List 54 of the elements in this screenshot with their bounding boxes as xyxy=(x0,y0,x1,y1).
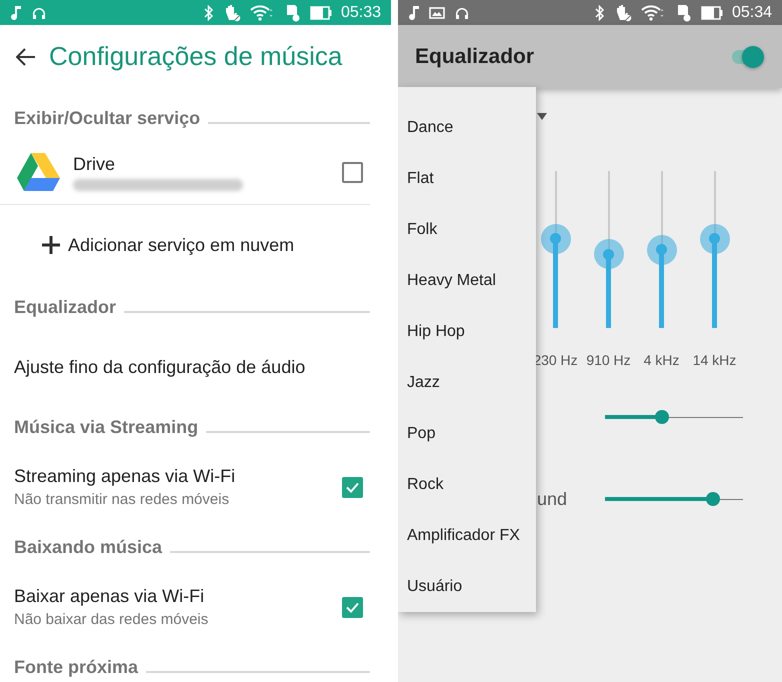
menu-item[interactable]: Rock xyxy=(398,459,536,510)
menu-item[interactable]: Flat xyxy=(398,153,536,204)
menu-item[interactable]: Dance xyxy=(398,102,536,153)
slider-label: und xyxy=(537,488,568,508)
menu-item[interactable]: Folk xyxy=(398,204,536,255)
setting-description: Não baixar das redes móveis xyxy=(14,611,210,628)
plus-icon xyxy=(42,236,60,254)
image-icon xyxy=(429,6,445,20)
checkmark-icon xyxy=(346,602,359,612)
battery-icon xyxy=(310,6,332,20)
screen-title: Configurações de música xyxy=(49,41,342,72)
slider-thumb[interactable] xyxy=(700,224,730,254)
slider-thumb[interactable] xyxy=(654,410,669,424)
clock: 05:33 xyxy=(340,4,381,22)
band-label: 14 kHz xyxy=(692,352,738,368)
back-arrow-icon[interactable] xyxy=(16,48,36,66)
service-name: Drive xyxy=(73,154,116,174)
wifi-icon xyxy=(640,4,665,20)
checkbox[interactable] xyxy=(342,476,363,498)
dropdown-caret-icon[interactable] xyxy=(537,113,547,120)
drive-logo-icon xyxy=(17,153,60,191)
menu-item[interactable]: Heavy Metal xyxy=(398,255,536,306)
setting-link[interactable]: Ajuste fino da configuração de áudio xyxy=(14,356,306,378)
section-header: Exibir/Ocultar serviço xyxy=(14,108,200,128)
checkbox[interactable] xyxy=(342,596,363,618)
bluetooth-icon xyxy=(594,4,605,20)
screen-title: Equalizador xyxy=(415,44,536,68)
bluetooth-icon xyxy=(204,4,214,20)
setting-title: Baixar apenas via Wi-Fi xyxy=(14,586,206,607)
battery-icon xyxy=(700,6,723,20)
menu-item[interactable]: Hip Hop xyxy=(398,306,536,357)
section-header: Fonte próxima xyxy=(14,656,138,678)
checkbox[interactable] xyxy=(342,162,363,182)
music-note-icon xyxy=(10,4,22,20)
checkmark-icon xyxy=(346,482,359,492)
menu-item[interactable]: Pop xyxy=(398,408,536,459)
slider-thumb[interactable] xyxy=(706,492,720,506)
section-header: Música via Streaming xyxy=(14,416,198,438)
add-service-button[interactable]: Adicionar serviço em nuvem xyxy=(0,205,391,285)
clock: 05:34 xyxy=(732,4,772,22)
band-label: 910 Hz xyxy=(585,352,632,368)
setting-description: Não transmitir nas redes móveis xyxy=(14,491,230,508)
section-header: Equalizador xyxy=(14,296,116,318)
menu-item[interactable]: Usuário xyxy=(398,561,536,612)
wifi-icon xyxy=(250,4,274,20)
menu-item[interactable]: Amplificador FX xyxy=(398,510,536,561)
setting-title: Streaming apenas via Wi-Fi xyxy=(14,466,236,487)
menu-item[interactable]: Jazz xyxy=(398,357,536,408)
band-label: 4 kHz xyxy=(642,352,680,368)
music-note-icon xyxy=(408,4,420,20)
section-header: Baixando música xyxy=(14,536,162,558)
slider-thumb[interactable] xyxy=(540,224,570,254)
slider-thumb[interactable] xyxy=(594,239,624,270)
slider-thumb[interactable] xyxy=(646,234,676,264)
